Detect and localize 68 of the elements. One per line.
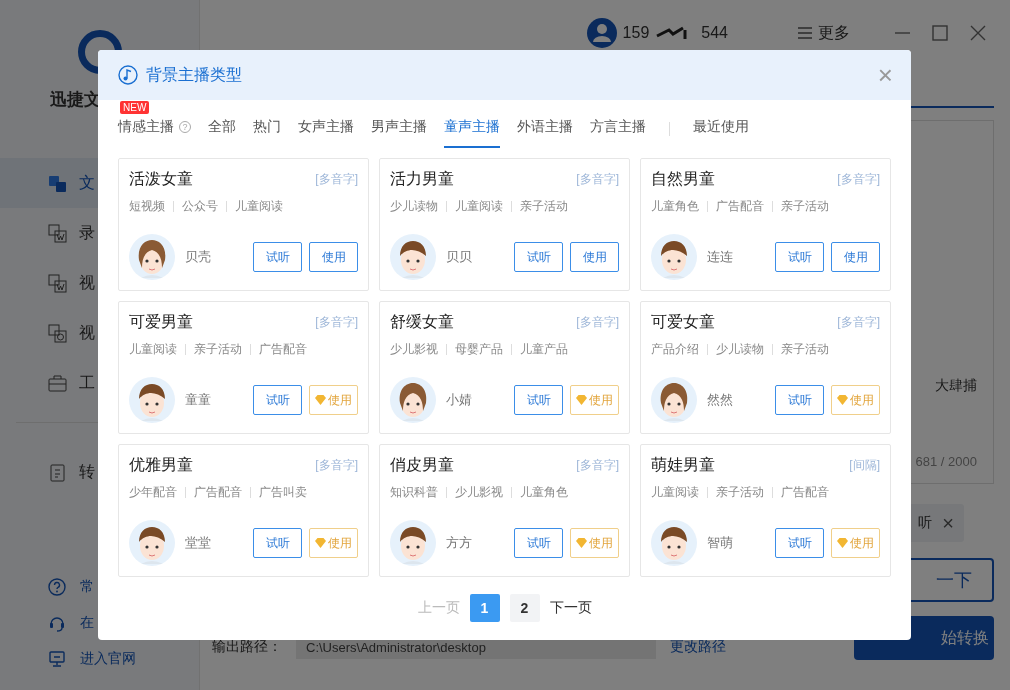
category-label: 亲子活动 bbox=[781, 341, 829, 358]
feature-tag: [间隔] bbox=[849, 457, 880, 474]
category-label: 广告配音 bbox=[781, 484, 829, 501]
feature-tag: [多音字] bbox=[576, 314, 619, 331]
category-label: 短视频 bbox=[129, 198, 165, 215]
voice-name: 贝贝 bbox=[446, 248, 473, 266]
char-count: 681 / 2000 bbox=[915, 454, 977, 469]
category-label: 儿童阅读 bbox=[129, 341, 177, 358]
category-label: 广告叫卖 bbox=[259, 484, 307, 501]
voice-name: 智萌 bbox=[707, 534, 734, 552]
category-label: 广告配音 bbox=[194, 484, 242, 501]
category-label: 儿童阅读 bbox=[235, 198, 283, 215]
output-label: 输出路径： bbox=[212, 638, 282, 656]
category-label: 少儿读物 bbox=[716, 341, 764, 358]
sidebar-label: 工 bbox=[79, 372, 95, 393]
voice-name: 然然 bbox=[707, 391, 734, 409]
feature-tag: [多音字] bbox=[315, 171, 358, 188]
category-label: 亲子活动 bbox=[520, 198, 568, 215]
feature-tag: [多音字] bbox=[837, 314, 880, 331]
category-label: 儿童阅读 bbox=[455, 198, 503, 215]
voice-name: 连连 bbox=[707, 248, 734, 266]
category-label: 儿童产品 bbox=[520, 341, 568, 358]
feature-tag: [多音字] bbox=[576, 171, 619, 188]
phone-number: 544 bbox=[701, 24, 728, 42]
voice-title: 自然男童 bbox=[651, 169, 715, 189]
feature-tag: [多音字] bbox=[315, 314, 358, 331]
voice-title: 舒缓女童 bbox=[390, 312, 454, 332]
voice-title: 俏皮男童 bbox=[390, 455, 454, 475]
voice-name: 童童 bbox=[185, 391, 212, 409]
dialog-title: 背景主播类型 bbox=[146, 64, 243, 85]
category-label: 少儿读物 bbox=[390, 198, 438, 215]
category-label: 产品介绍 bbox=[651, 341, 699, 358]
new-badge: NEW bbox=[120, 101, 150, 114]
category-label: 亲子活动 bbox=[781, 198, 829, 215]
chip-label: 听 bbox=[918, 514, 933, 532]
sidebar-label: 视 bbox=[79, 322, 95, 343]
feature-tag: [多音字] bbox=[837, 171, 880, 188]
sidebar-label: 转 bbox=[79, 461, 95, 482]
category-label: 儿童阅读 bbox=[651, 484, 699, 501]
sidebar-label: 视 bbox=[79, 272, 95, 293]
voice-name: 堂堂 bbox=[185, 534, 212, 552]
category-label: 少年配音 bbox=[129, 484, 177, 501]
category-label: 亲子活动 bbox=[716, 484, 764, 501]
voice-name: 贝壳 bbox=[185, 248, 212, 266]
editor-text: 大肆捕 bbox=[935, 377, 977, 395]
category-label: 母婴产品 bbox=[455, 341, 503, 358]
voice-title: 萌娃男童 bbox=[651, 455, 715, 475]
category-label: 少儿影视 bbox=[390, 341, 438, 358]
category-label: 知识科普 bbox=[390, 484, 438, 501]
sidebar-label: 文 bbox=[79, 172, 95, 193]
category-label: 公众号 bbox=[182, 198, 218, 215]
voice-title: 活泼女童 bbox=[129, 169, 193, 189]
category-label: 少儿影视 bbox=[455, 484, 503, 501]
category-label: 儿童角色 bbox=[520, 484, 568, 501]
voice-title: 优雅男童 bbox=[129, 455, 193, 475]
voice-title: 可爱女童 bbox=[651, 312, 715, 332]
sidebar-label: 录 bbox=[79, 222, 95, 243]
phone-number: 159 bbox=[622, 24, 650, 42]
voice-name: 小婧 bbox=[446, 391, 473, 409]
voice-title: 可爱男童 bbox=[129, 312, 193, 332]
feature-tag: [多音字] bbox=[576, 457, 619, 474]
feature-tag: [多音字] bbox=[315, 457, 358, 474]
voice-name: 方方 bbox=[446, 534, 473, 552]
category-label: 亲子活动 bbox=[194, 341, 242, 358]
voice-title: 活力男童 bbox=[390, 169, 454, 189]
category-label: 广告配音 bbox=[259, 341, 307, 358]
category-label: 儿童角色 bbox=[651, 198, 699, 215]
category-label: 广告配音 bbox=[716, 198, 764, 215]
